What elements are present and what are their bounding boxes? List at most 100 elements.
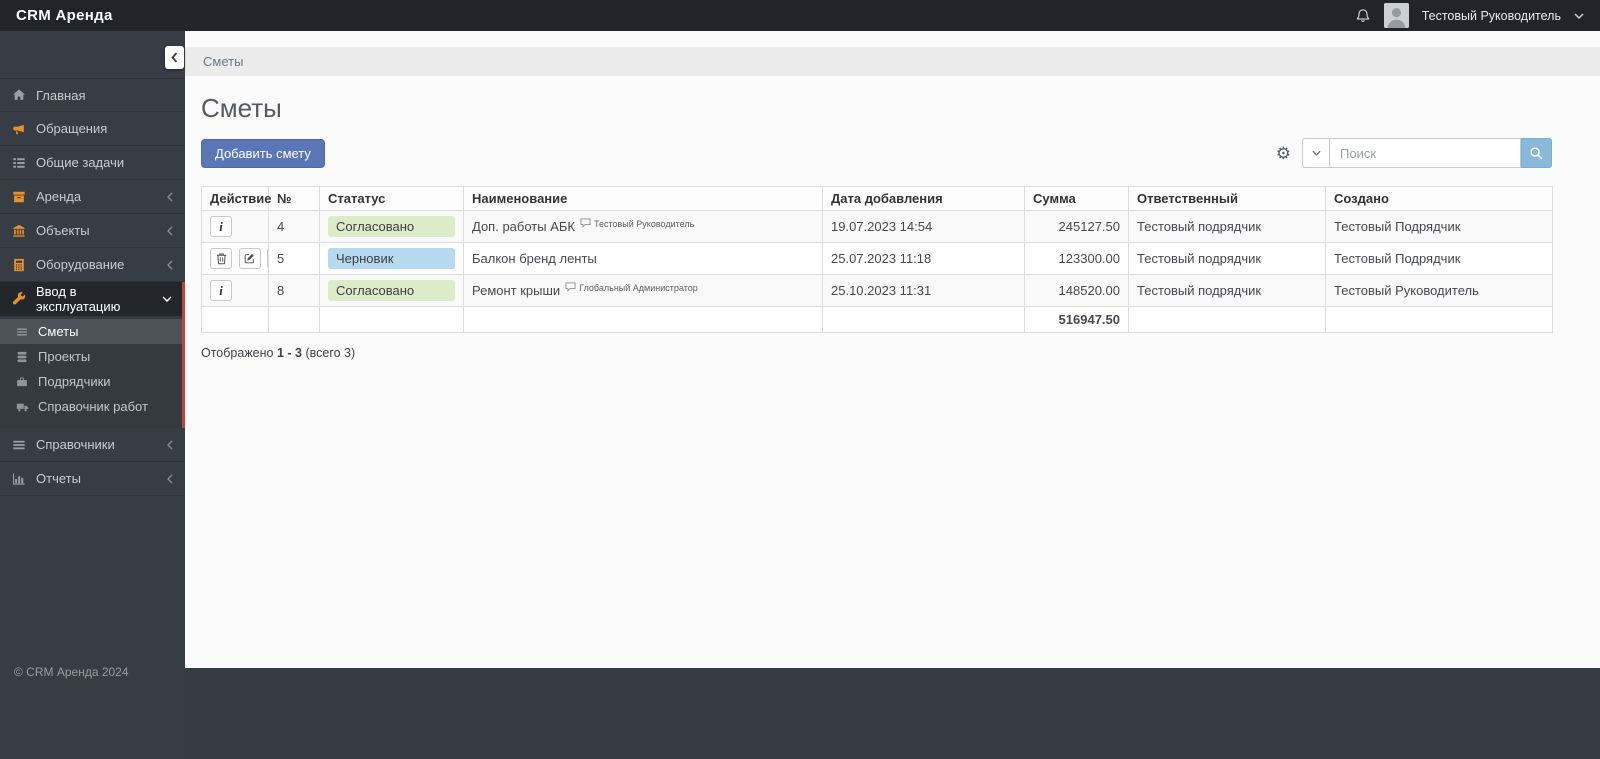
cell-sum: 148520.00 bbox=[1024, 274, 1129, 307]
add-estimate-button[interactable]: Добавить смету bbox=[201, 138, 325, 168]
info-button[interactable]: i bbox=[210, 216, 232, 237]
main-content: Сметы Сметы Добавить смету ⚙ Поиск Дейст… bbox=[185, 31, 1600, 668]
delete-button[interactable] bbox=[210, 248, 232, 269]
sidebar-subitem-label: Проекты bbox=[38, 349, 91, 364]
comment-author: Глобальный Администратор bbox=[579, 283, 698, 293]
column-header-sum: Сумма bbox=[1024, 186, 1129, 211]
breadcrumb: Сметы bbox=[185, 47, 1600, 76]
column-header-num: № bbox=[268, 186, 320, 211]
search-area: ⚙ bbox=[1276, 138, 1552, 168]
sidebar-item-home[interactable]: Главная bbox=[0, 78, 185, 112]
sidebar-item-directories[interactable]: Справочники bbox=[0, 428, 185, 462]
status-badge: Согласовано bbox=[328, 280, 455, 301]
bank-building-icon bbox=[10, 224, 28, 238]
sidebar-subitem-work-directory[interactable]: Справочник работ bbox=[0, 394, 182, 419]
megaphone-icon bbox=[10, 122, 28, 136]
user-avatar[interactable] bbox=[1383, 3, 1409, 28]
estimates-table: Действие № Стататус Наименование Дата до… bbox=[201, 186, 1553, 333]
cell-date: 25.07.2023 11:18 bbox=[822, 242, 1025, 275]
menu-lines-icon bbox=[14, 326, 30, 338]
cell-sum: 123300.00 bbox=[1024, 242, 1129, 275]
search-group bbox=[1302, 138, 1552, 168]
sidebar-item-objects[interactable]: Объекты bbox=[0, 214, 185, 248]
cell-responsible: Тестовый подрядчик bbox=[1128, 274, 1326, 307]
search-options-dropdown[interactable] bbox=[1302, 138, 1330, 168]
search-input[interactable] bbox=[1330, 138, 1521, 168]
table-summary: Отображено 1 - 3 (всего 3) bbox=[201, 346, 356, 360]
archive-box-icon bbox=[10, 190, 28, 204]
sidebar-subitem-estimates[interactable]: Сметы bbox=[0, 319, 182, 344]
menu-lines-icon bbox=[10, 438, 28, 452]
sidebar-item-label: Объекты bbox=[36, 223, 90, 238]
cell-responsible: Тестовый подрядчик bbox=[1128, 210, 1326, 243]
cell-num: 8 bbox=[268, 274, 320, 307]
chevron-down-icon bbox=[162, 296, 172, 302]
column-header-responsible: Ответственный bbox=[1128, 186, 1326, 211]
table-row: i 8 Согласовано Ремонт крыши Глобальный А… bbox=[201, 274, 1553, 307]
app-brand: CRM Аренда bbox=[16, 7, 113, 24]
sidebar-item-reports[interactable]: Отчеты bbox=[0, 462, 185, 496]
table-row: i 5 Черновик Балкон бренд ленты 25.07.20… bbox=[201, 242, 1553, 275]
sidebar-subitem-projects[interactable]: Проекты bbox=[0, 344, 182, 369]
cell-sum: 245127.50 bbox=[1024, 210, 1129, 243]
cell-created: Тестовый Подрядчик bbox=[1325, 242, 1553, 275]
wrench-icon bbox=[10, 292, 28, 306]
page-title: Сметы bbox=[201, 93, 282, 123]
settings-gear-icon[interactable]: ⚙ bbox=[1276, 145, 1291, 162]
sidebar-subitem-label: Справочник работ bbox=[38, 399, 148, 414]
sidebar-item-label: Ввод в эксплуатацию bbox=[36, 284, 121, 314]
sidebar-item-appeals[interactable]: Обращения bbox=[0, 112, 185, 146]
sidebar-submenu: Сметы Проекты Подрядчики Справочник рабо… bbox=[0, 316, 182, 428]
sidebar-item-label: Главная bbox=[36, 87, 86, 103]
database-icon bbox=[14, 351, 30, 363]
status-badge: Согласовано bbox=[328, 216, 455, 237]
edit-button[interactable] bbox=[238, 248, 261, 269]
sidebar-menu: Главная Обращения Общие задачи Аренда Об… bbox=[0, 78, 185, 496]
chevron-left-icon bbox=[167, 474, 173, 484]
home-icon bbox=[10, 88, 28, 102]
cell-num: 4 bbox=[268, 210, 320, 243]
info-button[interactable]: i bbox=[210, 280, 232, 301]
sidebar-item-rent[interactable]: Аренда bbox=[0, 180, 185, 214]
toolbar: Добавить смету ⚙ bbox=[201, 138, 1552, 168]
status-badge: Черновик bbox=[328, 248, 455, 269]
cell-num: 5 bbox=[268, 242, 320, 275]
chevron-left-icon bbox=[167, 440, 173, 450]
cell-name: Балкон бренд ленты bbox=[463, 242, 823, 275]
sidebar-collapse-button[interactable] bbox=[165, 46, 184, 69]
cell-responsible: Тестовый подрядчик bbox=[1128, 242, 1326, 275]
column-header-date: Дата добавления bbox=[822, 186, 1025, 211]
notifications-bell-icon[interactable] bbox=[1355, 8, 1371, 24]
briefcase-icon bbox=[14, 376, 30, 388]
search-button[interactable] bbox=[1521, 138, 1552, 168]
tasks-list-icon bbox=[10, 156, 28, 170]
chevron-down-icon[interactable] bbox=[1574, 12, 1584, 19]
user-menu[interactable]: Тестовый Руководитель bbox=[1422, 9, 1561, 23]
topbar-right: Тестовый Руководитель bbox=[1355, 3, 1584, 28]
sidebar-item-commissioning[interactable]: Ввод в эксплуатацию bbox=[0, 282, 182, 316]
sidebar-item-common-tasks[interactable]: Общие задачи bbox=[0, 146, 185, 180]
sidebar-item-label: Справочники bbox=[36, 437, 115, 452]
comment-author: Тестовый Руководитель bbox=[593, 219, 695, 229]
sidebar-item-label: Отчеты bbox=[36, 471, 81, 486]
sidebar-item-label: Оборудование bbox=[36, 257, 125, 272]
sidebar-item-equipment[interactable]: Оборудование bbox=[0, 248, 185, 282]
table-header-row: Действие № Стататус Наименование Дата до… bbox=[201, 186, 1553, 211]
sidebar-subitem-contractors[interactable]: Подрядчики bbox=[0, 369, 182, 394]
chevron-left-icon bbox=[167, 226, 173, 236]
footer-copyright: © CRM Аренда 2024 bbox=[14, 665, 129, 679]
cell-name: Ремонт крыши Глобальный Администратор bbox=[463, 274, 823, 307]
cell-created: Тестовый Руководитель bbox=[1325, 274, 1553, 307]
column-header-created: Создано bbox=[1325, 186, 1553, 211]
chevron-left-icon bbox=[167, 192, 173, 202]
comment-bubble-icon bbox=[565, 282, 576, 292]
info-icon: i bbox=[219, 219, 223, 234]
calculator-icon bbox=[10, 258, 28, 272]
sidebar-subitem-label: Подрядчики bbox=[38, 374, 111, 389]
sidebar-group-commissioning: Ввод в эксплуатацию Сметы Проекты Подряд… bbox=[0, 282, 185, 428]
total-sum: 516947.50 bbox=[1024, 306, 1129, 333]
cell-name: Доп. работы АБК Тестовый Руководитель bbox=[463, 210, 823, 243]
cell-date: 19.07.2023 14:54 bbox=[822, 210, 1025, 243]
sidebar: Главная Обращения Общие задачи Аренда Об… bbox=[0, 31, 185, 759]
table-row: i 4 Согласовано Доп. работы АБК Тестовый … bbox=[201, 210, 1553, 243]
